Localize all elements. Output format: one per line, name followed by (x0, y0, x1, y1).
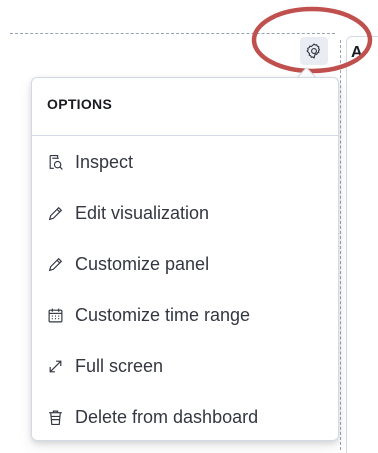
menu-item-full-screen[interactable]: Full screen (32, 346, 338, 386)
menu-item-label: Full screen (75, 355, 164, 376)
menu-item-label: Customize time range (75, 304, 251, 325)
dashboard-canvas: A OPTIONS Inspect Edit visualization Cus… (0, 0, 378, 453)
gear-icon (305, 42, 323, 60)
panel-right-dashed-border (340, 40, 341, 450)
pencil-icon (46, 255, 64, 273)
options-popover: OPTIONS Inspect Edit visualization Custo… (31, 77, 339, 441)
menu-item-label: Inspect (75, 151, 134, 172)
inspect-icon (46, 153, 64, 171)
expand-icon (46, 357, 64, 375)
menu-item-inspect[interactable]: Inspect (32, 142, 338, 182)
panel-options-button[interactable] (300, 37, 328, 65)
menu-item-label: Delete from dashboard (75, 406, 259, 427)
panel-top-dashed-border (10, 33, 335, 34)
menu-item-customize-time-range[interactable]: Customize time range (32, 295, 338, 335)
menu-item-label: Customize panel (75, 253, 210, 274)
calendar-icon (46, 306, 64, 324)
adjacent-panel[interactable] (346, 36, 378, 453)
popover-divider (32, 135, 338, 136)
popover-title: OPTIONS (47, 96, 113, 112)
menu-item-label: Edit visualization (75, 202, 210, 223)
trash-icon (46, 408, 64, 426)
adjacent-panel-title-fragment: A (351, 44, 363, 61)
menu-item-edit-visualization[interactable]: Edit visualization (32, 193, 338, 233)
pencil-icon (46, 204, 64, 222)
menu-item-delete-from-dashboard[interactable]: Delete from dashboard (32, 397, 338, 437)
menu-item-customize-panel[interactable]: Customize panel (32, 244, 338, 284)
